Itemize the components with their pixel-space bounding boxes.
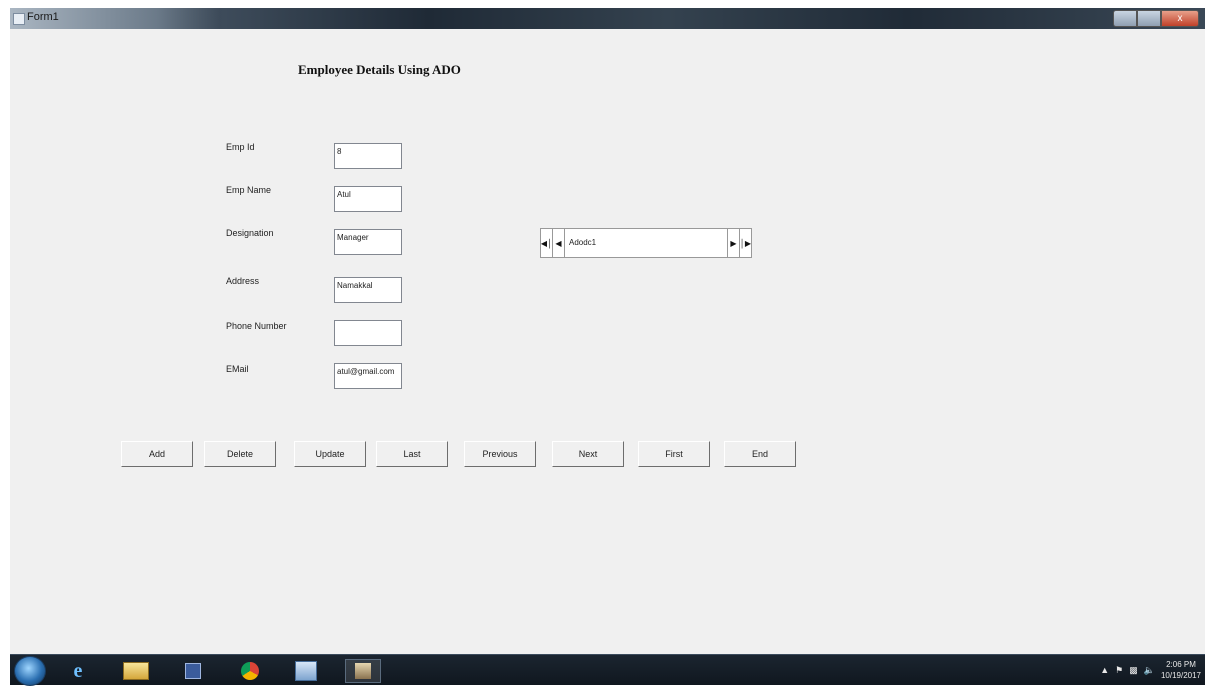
designation-input[interactable]: Manager [334,229,402,255]
emp-id-label: Emp Id [226,142,255,152]
network-icon[interactable]: ▩ [1129,665,1138,676]
form-icon [13,13,25,25]
volume-icon[interactable]: 🔈 [1144,665,1155,676]
system-tray: ▲ ⚑ ▩ 🔈 2:06 PM 10/19/2017 [1100,657,1201,683]
internet-explorer-icon[interactable]: e [60,659,96,683]
app-icon[interactable] [345,659,381,683]
address-label: Address [226,276,260,286]
file-explorer-icon[interactable] [118,659,154,683]
clock-date: 10/19/2017 [1160,671,1201,680]
designation-label: Designation [226,228,274,238]
first-button[interactable]: First [638,441,710,467]
start-orb[interactable] [14,656,46,686]
taskbar: e ▲ ⚑ ▩ 🔈 2:06 PM 10/19/2017 [10,654,1205,686]
first-record-icon[interactable]: ◀│ [541,229,553,257]
last-record-icon[interactable]: │▶ [739,229,751,257]
form-client-area: Employee Details Using ADO Emp Id 8 Emp … [10,29,1205,654]
add-button[interactable]: Add [121,441,193,467]
form-title: Employee Details Using ADO [298,62,461,77]
emp-name-input[interactable]: Atul [334,186,402,212]
phone-number-label: Phone Number [226,321,287,331]
emp-name-label: Emp Name [226,185,272,195]
clock-time: 2:06 PM [1166,660,1196,669]
adodc-navigator: ◀│ ◀ Adodc1 ▶ │▶ [540,228,752,258]
previous-record-icon[interactable]: ◀ [553,229,565,257]
window-titlebar: Form1 x [10,8,1205,29]
adodc-caption: Adodc1 [569,238,597,247]
show-hidden-icons-icon[interactable]: ▲ [1100,665,1109,675]
delete-button[interactable]: Delete [204,441,276,467]
visual-basic-icon[interactable] [288,659,324,683]
last-button[interactable]: Last [376,441,448,467]
window-title: Form1 [27,11,59,23]
address-input[interactable]: Namakkal [334,277,402,303]
end-button[interactable]: End [724,441,796,467]
next-button[interactable]: Next [552,441,624,467]
minimize-button[interactable] [1113,10,1137,27]
media-player-icon[interactable] [175,659,211,683]
update-button[interactable]: Update [294,441,366,467]
next-record-icon[interactable]: ▶ [727,229,739,257]
previous-button[interactable]: Previous [464,441,536,467]
action-center-flag-icon[interactable]: ⚑ [1115,665,1123,676]
close-button[interactable]: x [1161,10,1199,27]
chrome-icon[interactable] [232,659,268,683]
email-label: EMail [226,364,249,374]
maximize-button[interactable] [1137,10,1161,27]
clock[interactable]: 2:06 PM 10/19/2017 [1161,659,1201,681]
email-input[interactable]: atul@gmail.com [334,363,402,389]
phone-number-input[interactable] [334,320,402,346]
window-controls: x [1113,10,1199,27]
emp-id-input[interactable]: 8 [334,143,402,169]
